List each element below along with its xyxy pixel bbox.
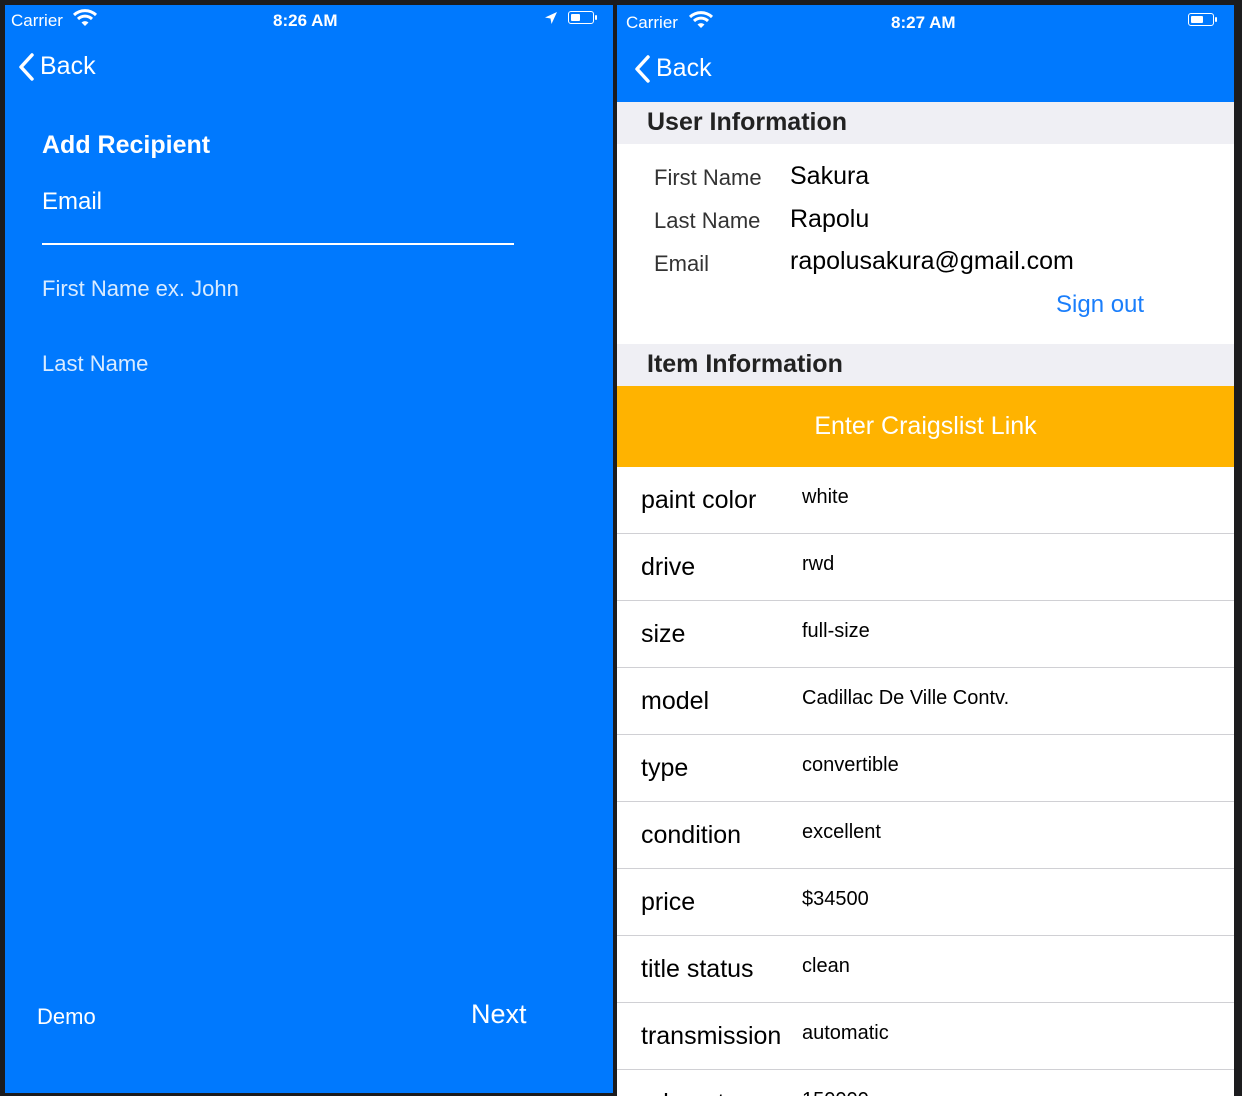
attribute-key: title status [641,955,754,983]
attribute-row: drive rwd [617,534,1234,601]
last-name-label: Last Name [654,208,761,233]
last-name-field[interactable] [42,348,562,380]
chevron-left-icon [635,54,650,83]
last-name-value: Rapolu [790,205,870,233]
user-information-header: User Information [617,102,1234,144]
attribute-row: size full-size [617,601,1234,668]
attribute-value: excellent [802,821,881,843]
email-label: Email [42,188,103,215]
attribute-key: transmission [641,1022,782,1050]
attribute-value: $34500 [802,888,869,910]
attribute-value: full-size [802,620,870,642]
back-button[interactable]: Back [634,54,712,83]
status-bar: Carrier 8:26 AM [5,5,613,35]
back-label: Back [656,54,712,82]
attribute-value: white [802,486,849,508]
enter-craigslist-link-button[interactable]: Enter Craigslist Link [617,386,1234,467]
email-label: Email [654,251,710,276]
attribute-key: condition [641,821,742,849]
chevron-left-icon [19,52,34,81]
item-information-header: Item Information [617,344,1234,386]
attribute-key: model [641,687,710,715]
battery-fill [1191,16,1203,23]
attribute-key: size [641,620,686,648]
first-name-field[interactable] [42,273,562,305]
wifi-icon [688,11,714,28]
back-button[interactable]: Back [18,52,96,81]
battery-fill [571,14,580,21]
location-arrow-icon [545,12,557,24]
wifi-icon [72,9,98,26]
status-time: 8:27 AM [891,13,956,32]
attribute-value: 150000 [802,1089,869,1096]
attribute-key: price [641,888,696,916]
attribute-row: condition excellent [617,802,1234,869]
email-field[interactable] [42,215,514,245]
first-name-label: First Name [654,165,762,190]
attribute-row: transmission automatic [617,1003,1234,1070]
attribute-key: type [641,754,689,782]
sign-out-link[interactable]: Sign out [1056,291,1144,319]
attribute-value: Cadillac De Ville Contv. [802,687,1010,709]
carrier-label: Carrier [11,11,63,30]
status-bar: Carrier 8:27 AM [617,5,1234,35]
navigation-bar: Carrier 8:27 AM Back [617,5,1234,102]
attribute-key: drive [641,553,696,581]
attribute-row: model Cadillac De Ville Contv. [617,668,1234,735]
attribute-value: rwd [802,553,835,575]
first-name-value: Sakura [790,162,870,190]
battery-icon [568,11,597,24]
add-recipient-screen: Carrier 8:26 AM Back Add Recipient Email… [5,5,613,1093]
item-info-screen: Carrier 8:27 AM Back User Information Fi… [617,5,1234,1096]
attribute-row: title status clean [617,936,1234,1003]
battery-icon [1188,13,1217,26]
carrier-label: Carrier [626,13,678,32]
email-underline [42,243,514,245]
attribute-row: odometer 150000 [617,1070,1234,1096]
email-value: rapolusakura@gmail.com [790,247,1074,275]
attribute-value: clean [802,955,850,977]
attribute-row: paint color white [617,467,1234,534]
back-label: Back [40,52,96,80]
attribute-value: convertible [802,754,899,776]
status-time: 8:26 AM [273,11,338,30]
demo-button[interactable]: Demo [37,1004,96,1030]
attribute-row: type convertible [617,735,1234,802]
form-title: Add Recipient [42,131,211,159]
attribute-row: price $34500 [617,869,1234,936]
attribute-key: odometer [641,1089,747,1096]
next-button[interactable]: Next [471,999,527,1030]
attribute-key: paint color [641,486,757,514]
attribute-value: automatic [802,1022,889,1044]
